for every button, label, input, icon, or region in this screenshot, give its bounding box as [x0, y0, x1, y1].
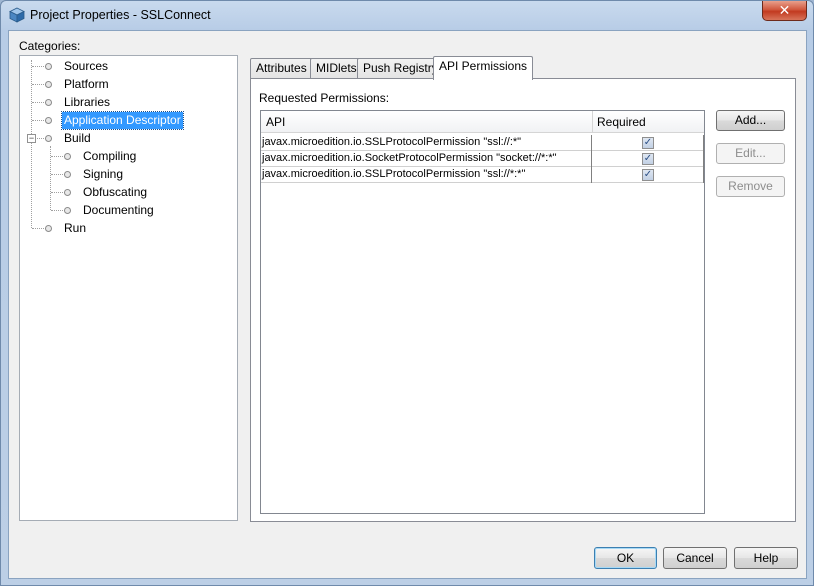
required-checkbox[interactable]: ✓: [642, 137, 654, 149]
tree-item-signing[interactable]: Signing: [20, 166, 235, 183]
permissions-table[interactable]: API Required javax.microedition.io.SSLPr…: [260, 110, 705, 514]
column-header-required[interactable]: Required: [592, 111, 646, 133]
node-icon: [64, 153, 71, 160]
tree-item-libraries[interactable]: Libraries: [20, 94, 235, 111]
required-checkbox[interactable]: ✓: [642, 153, 654, 165]
tree-item-platform[interactable]: Platform: [20, 76, 235, 93]
api-cell: javax.microedition.io.SSLProtocolPermiss…: [261, 167, 592, 183]
check-icon: ✓: [643, 169, 653, 180]
node-icon: [64, 171, 71, 178]
tab-container: Attributes MIDlets Push Registry API Per…: [250, 56, 796, 522]
api-cell: javax.microedition.io.SSLProtocolPermiss…: [261, 135, 592, 151]
collapse-icon[interactable]: −: [27, 134, 36, 143]
table-header: API Required: [261, 111, 704, 133]
requested-permissions-label: Requested Permissions:: [259, 91, 390, 105]
tree-item-documenting[interactable]: Documenting: [20, 202, 235, 219]
tree-item-label: Sources: [64, 59, 109, 73]
categories-label: Categories:: [19, 39, 81, 53]
node-icon: [45, 225, 52, 232]
required-cell: ✓: [592, 167, 704, 183]
node-icon: [64, 189, 71, 196]
tab-push-registry[interactable]: Push Registry: [357, 58, 444, 79]
netbeans-cube-icon: [9, 7, 25, 23]
table-row[interactable]: javax.microedition.io.SSLProtocolPermiss…: [261, 135, 704, 151]
tree-item-label: Platform: [64, 77, 109, 91]
required-checkbox[interactable]: ✓: [642, 169, 654, 181]
tree-item-label: Documenting: [83, 203, 154, 217]
title-bar[interactable]: Project Properties - SSLConnect ✕: [1, 1, 813, 31]
tree-item-compiling[interactable]: Compiling: [20, 148, 235, 165]
categories-tree[interactable]: Sources Platform Libraries Application D…: [19, 55, 238, 521]
node-icon: [45, 81, 52, 88]
add-button[interactable]: Add...: [716, 110, 785, 131]
ok-button[interactable]: OK: [594, 547, 657, 569]
check-icon: ✓: [643, 137, 653, 148]
edit-button[interactable]: Edit...: [716, 143, 785, 164]
table-row[interactable]: javax.microedition.io.SocketProtocolPerm…: [261, 151, 704, 167]
close-icon: ✕: [778, 2, 791, 18]
tree-item-sources[interactable]: Sources: [20, 58, 235, 75]
tree-item-label: Run: [64, 221, 87, 235]
column-header-api[interactable]: API: [261, 111, 285, 133]
tree-item-build[interactable]: − Build: [20, 130, 235, 147]
node-icon: [45, 63, 52, 70]
cancel-button[interactable]: Cancel: [663, 547, 727, 569]
tab-attributes[interactable]: Attributes: [250, 58, 313, 79]
node-icon: [64, 207, 71, 214]
required-cell: ✓: [592, 135, 704, 151]
tab-api-permissions[interactable]: API Permissions: [433, 56, 534, 80]
window-title: Project Properties - SSLConnect: [30, 8, 211, 22]
tree-item-label: Libraries: [64, 95, 111, 109]
help-button[interactable]: Help: [734, 547, 798, 569]
tree-item-label: Compiling: [83, 149, 137, 163]
node-icon: [45, 135, 52, 142]
tree-item-run[interactable]: Run: [20, 220, 235, 237]
dialog-window: Project Properties - SSLConnect ✕ Catego…: [0, 0, 814, 586]
api-cell: javax.microedition.io.SocketProtocolPerm…: [261, 151, 592, 167]
remove-button[interactable]: Remove: [716, 176, 785, 197]
check-icon: ✓: [643, 153, 653, 164]
api-permissions-panel: Requested Permissions: API Required java…: [250, 78, 796, 522]
close-button[interactable]: ✕: [762, 1, 807, 21]
tab-midlets[interactable]: MIDlets: [310, 58, 363, 79]
tree-item-label: Application Descriptor: [61, 111, 184, 130]
tree-item-label: Signing: [83, 167, 124, 181]
table-row[interactable]: javax.microedition.io.SSLProtocolPermiss…: [261, 167, 704, 183]
tree-item-label: Obfuscating: [83, 185, 148, 199]
required-cell: ✓: [592, 151, 704, 167]
tree-item-label: Build: [64, 131, 91, 145]
tree-item-obfuscating[interactable]: Obfuscating: [20, 184, 235, 201]
dialog-content: Categories: Sources Platform Libraries A…: [8, 30, 807, 579]
tree-item-application-descriptor[interactable]: Application Descriptor: [20, 111, 235, 130]
node-icon: [45, 99, 52, 106]
node-icon: [45, 117, 52, 124]
